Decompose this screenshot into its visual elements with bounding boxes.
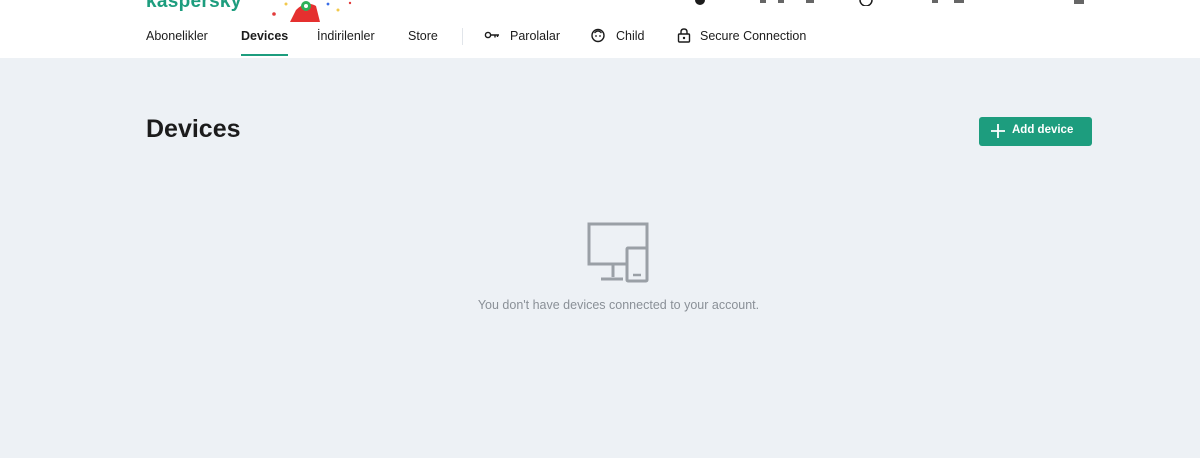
- nav-subscriptions[interactable]: Abonelikler: [146, 29, 208, 43]
- nav-label: Store: [408, 29, 438, 43]
- nav-passwords[interactable]: Parolalar: [484, 29, 560, 43]
- empty-state-message: You don't have devices connected to your…: [477, 298, 760, 312]
- top-bar-icons-cut-off: [695, 0, 1084, 6]
- add-device-label: Add device: [1012, 124, 1074, 136]
- key-icon: [484, 31, 499, 39]
- nav-label: Child: [616, 29, 645, 43]
- holiday-mascot-icon: [272, 1, 352, 22]
- nav-label: Devices: [241, 29, 289, 43]
- nav-downloads[interactable]: İndirilenler: [317, 29, 375, 43]
- nav-divider: [462, 28, 463, 45]
- nav-label: İndirilenler: [317, 29, 375, 43]
- top-header: kaspersky Abonelikler Devices İndirilenl…: [0, 0, 1200, 58]
- devices-icon: [587, 222, 649, 283]
- nav-devices[interactable]: Devices: [241, 29, 289, 56]
- kaspersky-logo[interactable]: kaspersky: [146, 0, 242, 13]
- nav-label: Secure Connection: [700, 29, 807, 43]
- nav-label: Abonelikler: [146, 29, 208, 43]
- active-tab-indicator: [241, 54, 289, 56]
- child-face-icon: [591, 28, 605, 43]
- plus-icon: [991, 124, 1005, 138]
- add-device-button[interactable]: Add device: [979, 117, 1092, 146]
- page-title: Devices: [146, 115, 241, 143]
- nav-store[interactable]: Store: [408, 29, 438, 43]
- nav-secure-connection[interactable]: Secure Connection: [676, 28, 807, 43]
- nav-child[interactable]: Child: [590, 28, 645, 43]
- nav-label: Parolalar: [510, 29, 561, 43]
- lock-icon: [677, 28, 691, 43]
